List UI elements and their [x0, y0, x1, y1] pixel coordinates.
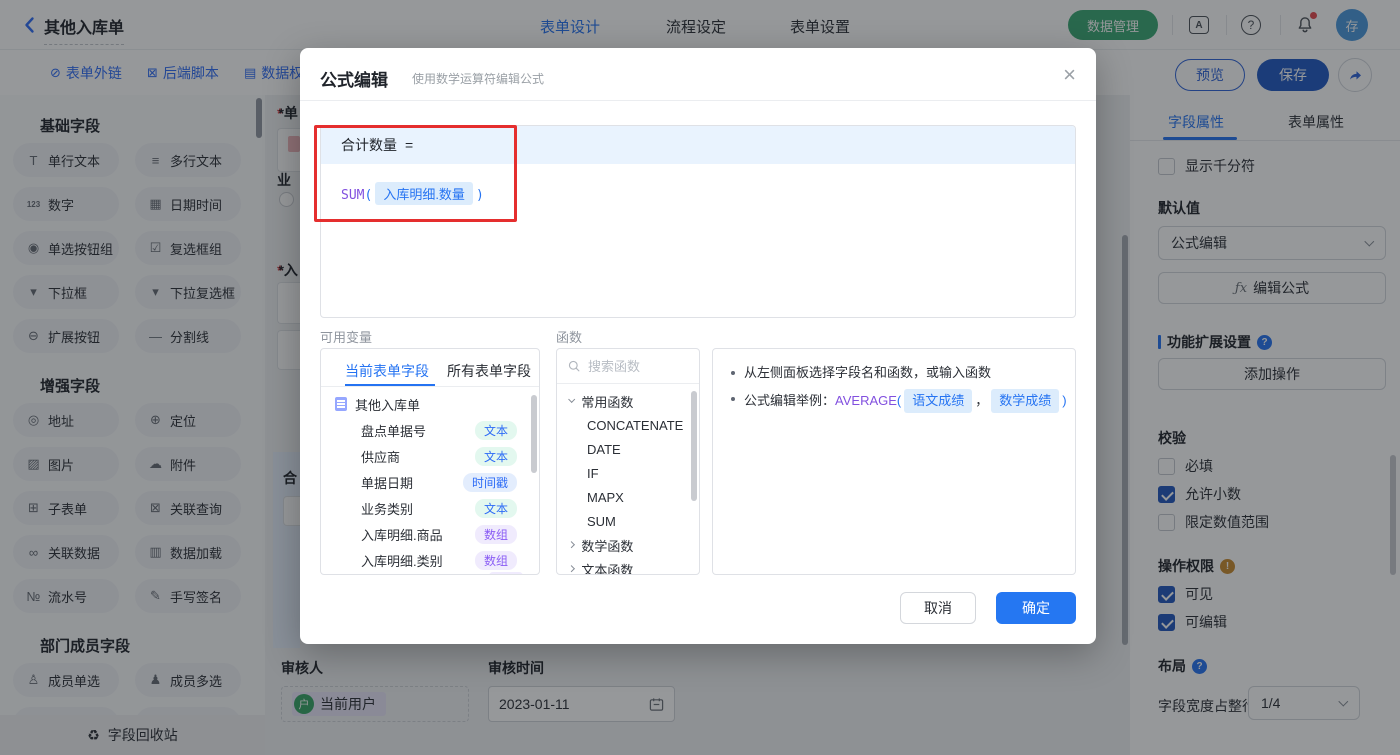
variables-panel: 当前表单字段 所有表单字段 其他入库单 盘点单据号 文本 供应商 文本 单据日期 时间…	[320, 348, 540, 575]
type-tag: 数组	[474, 524, 517, 544]
function-item[interactable]: CONCATENATE	[557, 413, 699, 437]
bullet	[731, 397, 735, 401]
search-input[interactable]	[588, 358, 688, 374]
variable-row[interactable]: 入库明细.类别 数组	[321, 547, 539, 573]
tip-example-line: 公式编辑举例：AVERAGE(语文成绩，数学成绩)	[731, 389, 1067, 413]
variables-label: 可用变量	[320, 330, 373, 345]
functions-scrollbar[interactable]	[691, 391, 697, 501]
field-chip: 数学成绩	[991, 389, 1060, 413]
tab-current-form-fields[interactable]: 当前表单字段	[345, 361, 429, 381]
type-tag: 文本	[474, 420, 517, 440]
form-document-icon	[335, 397, 347, 411]
modal-subtitle: 使用数学运算符编辑公式	[412, 72, 545, 86]
function-item[interactable]: DATE	[557, 437, 699, 461]
functions-panel: 常用函数 CONCATENATE DATE IF MAPX SUM 数学函数 文…	[556, 348, 700, 575]
variables-scrollbar[interactable]	[531, 395, 537, 473]
function-search[interactable]	[557, 349, 699, 384]
type-tag: 数组	[474, 550, 517, 570]
type-tag: 文本	[474, 446, 517, 466]
chevron-down-icon	[567, 396, 576, 404]
divider	[300, 100, 1096, 101]
bullet	[731, 371, 735, 375]
variable-row[interactable]: 业务类别 文本	[321, 495, 539, 521]
modal-title: 公式编辑	[320, 71, 388, 90]
formula-editor[interactable]: 合计数量 = SUM(入库明细.数量)	[320, 125, 1076, 318]
field-chip: 语文成绩	[904, 389, 973, 413]
formula-target: 合计数量	[341, 137, 397, 153]
variable-row[interactable]: 盘点单据号 文本	[321, 417, 539, 443]
formula-target-row: 合计数量 =	[321, 126, 1075, 164]
variable-row[interactable]: 单据日期 时间戳	[321, 469, 539, 495]
function-group-text[interactable]: 文本函数	[557, 557, 699, 574]
close-icon[interactable]: ×	[1063, 62, 1076, 88]
tip-line: 从左侧面板选择字段名和函数，或输入函数	[731, 363, 991, 383]
chevron-right-icon	[567, 541, 576, 549]
tips-panel: 从左侧面板选择字段名和函数，或输入函数 公式编辑举例：AVERAGE(语文成绩，…	[712, 348, 1076, 575]
variable-row[interactable]: 供应商 文本	[321, 443, 539, 469]
function-name: AVERAGE	[835, 393, 897, 408]
variable-row[interactable]: 入库明细.商品 数组	[321, 521, 539, 547]
function-item[interactable]: MAPX	[557, 485, 699, 509]
tree-root[interactable]: 其他入库单	[321, 391, 539, 417]
function-item[interactable]: IF	[557, 461, 699, 485]
equals-sign: =	[405, 137, 414, 153]
search-icon	[568, 360, 580, 372]
divider	[321, 386, 539, 387]
functions-label: 函数	[556, 330, 583, 345]
cancel-button[interactable]: 取消	[900, 592, 976, 624]
tab-all-form-fields[interactable]: 所有表单字段	[447, 361, 531, 381]
formula-edit-modal: 公式编辑 使用数学运算符编辑公式 × 合计数量 = SUM(入库明细.数量) 可…	[300, 48, 1096, 644]
confirm-button[interactable]: 确定	[996, 592, 1076, 624]
function-item[interactable]: SUM	[557, 509, 699, 533]
chevron-right-icon	[567, 565, 576, 573]
type-tag: 时间戳	[462, 472, 517, 492]
type-tag: 文本	[474, 498, 517, 518]
field-chip[interactable]: 入库明细.数量	[375, 182, 473, 205]
function-name: SUM	[341, 188, 365, 203]
function-group-math[interactable]: 数学函数	[557, 533, 699, 557]
clipped-tag-fragment	[489, 572, 523, 574]
function-group-common[interactable]: 常用函数	[557, 389, 699, 413]
formula-expression[interactable]: SUM(入库明细.数量)	[321, 164, 1075, 223]
